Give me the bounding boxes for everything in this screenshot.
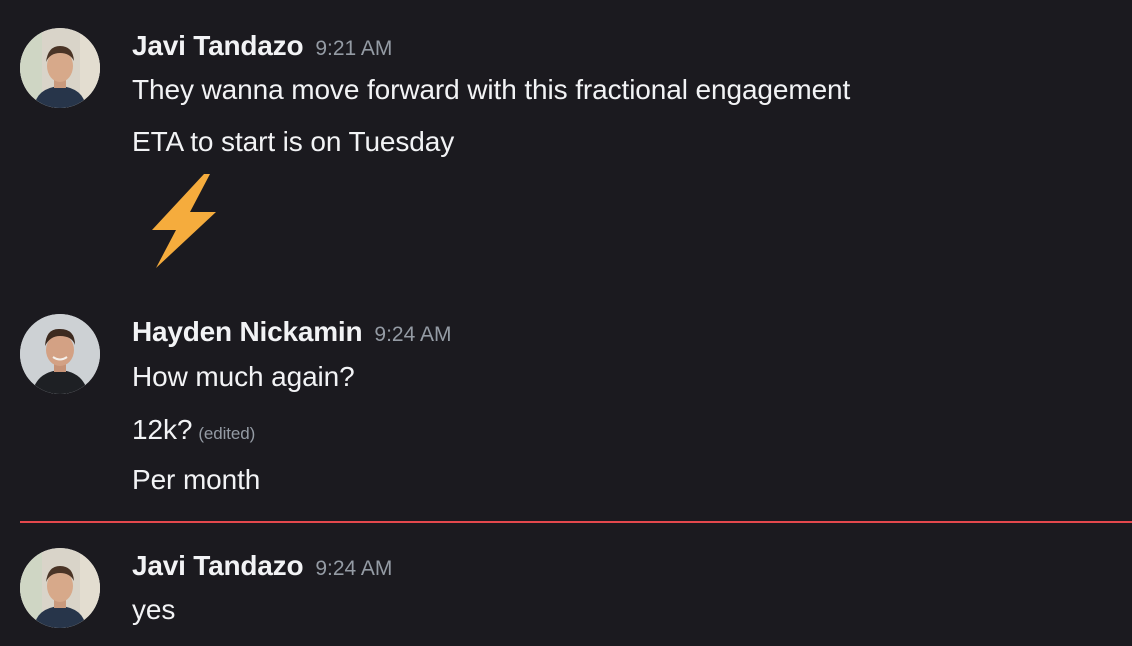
avatar[interactable]: [20, 28, 100, 108]
author-name[interactable]: Hayden Nickamin: [132, 316, 363, 347]
timestamp[interactable]: 9:24 AM: [374, 323, 451, 346]
timestamp[interactable]: 9:21 AM: [315, 37, 392, 60]
message-text: ETA to start is on Tuesday: [132, 126, 455, 157]
chat-messages: Javi Tandazo 9:21 AM They wanna move forw…: [0, 0, 1132, 646]
author-name[interactable]: Javi Tandazo: [132, 550, 304, 581]
author-name[interactable]: Javi Tandazo: [132, 30, 304, 61]
avatar-image: [20, 314, 100, 394]
avatar[interactable]: [20, 314, 100, 394]
message-header: Javi Tandazo 9:24 AM: [132, 550, 392, 582]
message-text-content: 12k?: [132, 414, 193, 445]
avatar[interactable]: [20, 548, 100, 628]
message-text: They wanna move forward with this fracti…: [132, 74, 851, 105]
message-header: Javi Tandazo 9:21 AM: [132, 30, 392, 62]
high-voltage-icon: [136, 170, 226, 270]
message-text: yes: [132, 594, 176, 625]
new-messages-divider: [20, 521, 1132, 523]
avatar-image: [20, 548, 100, 628]
message-text: 12k? (edited): [132, 414, 255, 446]
message-text: Per month: [132, 464, 261, 495]
message-header: Hayden Nickamin 9:24 AM: [132, 316, 451, 348]
avatar-image: [20, 28, 100, 108]
timestamp[interactable]: 9:24 AM: [315, 557, 392, 580]
message-text: How much again?: [132, 361, 355, 392]
edited-label: (edited): [198, 424, 256, 443]
